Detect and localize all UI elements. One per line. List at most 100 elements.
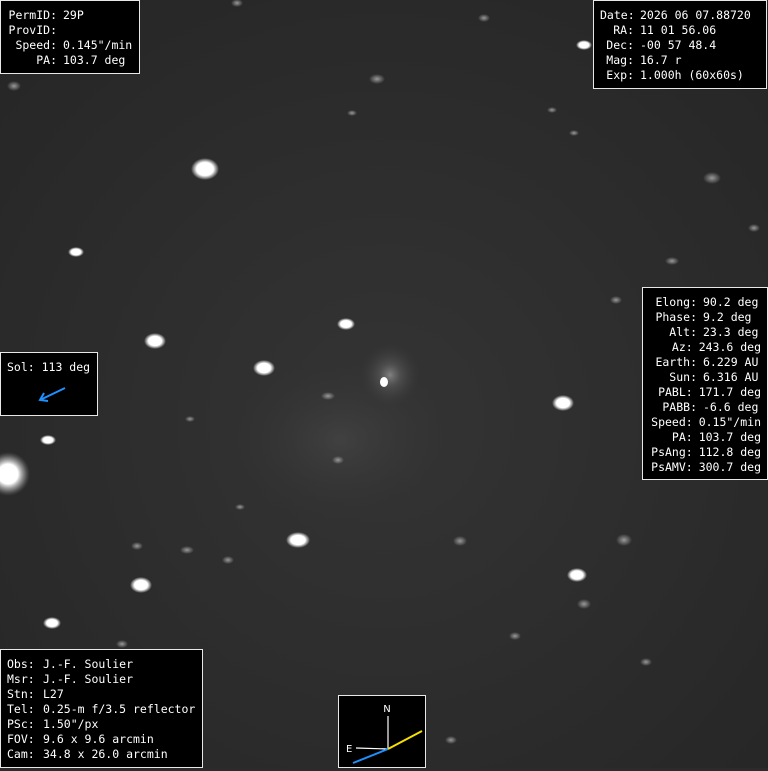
fov-row: FOV: 9.6 x 9.6 arcmin [7,732,196,747]
field-label: PA: [671,430,693,444]
field-label: PA: [36,53,57,67]
field-value: 90.2 deg [703,295,759,309]
comet-tail-haze [220,350,460,530]
field-value: 9.2 deg [703,310,752,324]
field-label: Stn: [7,687,35,701]
station-row: Stn: L27 [7,687,196,702]
field-label: FOV: [7,732,35,746]
motion-direction-line [387,730,423,750]
field-value: 0.145"/min [63,38,133,52]
field-value: 1.50"/px [43,717,99,731]
sun-direction-panel: Sol: 113 deg [0,352,98,416]
pabl-row: PABL: 171.7 deg [649,385,761,400]
speed-row: Speed: 0.15"/min [649,415,761,430]
pa-row: PA: 103.7 deg [649,430,761,445]
alt-row: Alt: 23.3 deg [649,325,761,340]
field-label: PsAMV: [651,460,693,474]
sun-angle-label: Sol: 113 deg [7,360,91,374]
dec-row: Dec: -00 57 48.4 [600,38,760,53]
field-label: PermID: [8,8,57,22]
psamv-row: PsAMV: 300.7 deg [649,460,761,475]
field-label: Exp: [606,68,634,82]
speed-row: Speed: 0.145"/min [7,38,133,53]
object-info-panel: PermID: 29P ProvID: Speed: 0.145"/min PA: 1… [0,0,140,74]
exp-row: Exp: 1.000h (60x60s) [600,68,760,83]
telescope-row: Tel: 0.25-m f/3.5 reflector [7,702,196,717]
field-label: Phase: [655,310,697,324]
field-value: J.-F. Soulier [43,672,134,686]
field-label: PABB: [662,400,697,414]
comet-nucleus [380,377,388,387]
field-value: 1.000h (60x60s) [640,68,744,82]
field-label: Earth: [655,355,697,369]
field-value: 0.25-m f/3.5 reflector [43,702,196,716]
field-label: PABL: [658,385,693,399]
field-value: 171.7 deg [698,385,761,399]
field-label: Az: [671,340,693,354]
field-value: 34.8 x 26.0 arcmin [43,747,168,761]
date-row: Date: 2026 06 07.88720 [600,8,760,23]
field-value: 103.7 deg [698,430,761,444]
field-label: Sun: [669,370,697,384]
az-row: Az: 243.6 deg [649,340,761,355]
geometry-info-panel: Elong: 90.2 deg Phase: 9.2 deg Alt: 23.3 de… [642,287,768,480]
pixel-scale-row: PSc: 1.50"/px [7,717,196,732]
field-label: PSc: [7,717,35,731]
field-value: 29P [63,8,84,22]
field-value: 16.7 r [640,53,682,67]
field-label: Dec: [606,38,634,52]
field-label: Speed: [651,415,693,429]
field-value: 0.15"/min [698,415,761,429]
field-value [57,23,63,38]
field-label: Alt: [669,325,697,339]
observation-info-panel: Date: 2026 06 07.88720 RA: 11 01 56.06 Dec… [593,0,767,89]
field-label: PsAng: [651,445,693,459]
field-label: Date: [600,8,635,22]
field-value: -6.6 deg [703,400,759,414]
sun-direction-line [352,748,389,764]
observer-info-panel: Obs: J.-F. Soulier Msr: J.-F. Soulier Stn:… [0,649,203,768]
phase-row: Phase: 9.2 deg [649,310,761,325]
field-label: Mag: [606,53,634,67]
field-value: J.-F. Soulier [43,657,134,671]
elong-row: Elong: 90.2 deg [649,295,761,310]
field-value: 103.7 deg [63,53,126,67]
field-value: -00 57 48.4 [640,38,717,52]
field-value: L27 [43,687,64,701]
field-value: 243.6 deg [698,340,761,354]
field-label: Elong: [655,295,697,309]
observer-row: Obs: J.-F. Soulier [7,657,196,672]
ra-row: RA: 11 01 56.06 [600,23,760,38]
measurer-row: Msr: J.-F. Soulier [7,672,196,687]
field-label: RA: [613,23,634,37]
psang-row: PsAng: 112.8 deg [649,445,761,460]
field-value: 9.6 x 9.6 arcmin [43,732,154,746]
field-label: Speed: [15,38,57,52]
field-value: 300.7 deg [698,460,761,474]
compass-panel: N E [338,695,426,768]
sun-row: Sun: 6.316 AU [649,370,761,385]
field-label: Tel: [7,702,35,716]
comet-coma [360,343,420,407]
field-value: 2026 06 07.88720 [640,8,751,22]
pa-row: PA: 103.7 deg [7,53,133,68]
east-label: E [346,744,352,755]
field-value: 11 01 56.06 [640,23,717,37]
sun-direction-arrow-icon [38,387,66,402]
field-value: 6.316 AU [703,370,759,384]
perm-id-row: PermID: 29P [7,8,133,23]
east-axis [355,747,389,750]
field-value: 112.8 deg [698,445,761,459]
field-value: 6.229 AU [703,355,759,369]
camera-row: Cam: 34.8 x 26.0 arcmin [7,747,196,762]
field-label: ProvID: [8,23,57,37]
pabb-row: PABB: -6.6 deg [649,400,761,415]
earth-row: Earth: 6.229 AU [649,355,761,370]
field-label: Obs: [7,657,35,671]
north-label: N [383,704,390,715]
field-label: Msr: [7,672,35,686]
field-value: 23.3 deg [703,325,759,339]
field-label: Cam: [7,747,35,761]
prov-id-row: ProvID: [7,23,133,38]
mag-row: Mag: 16.7 r [600,53,760,68]
